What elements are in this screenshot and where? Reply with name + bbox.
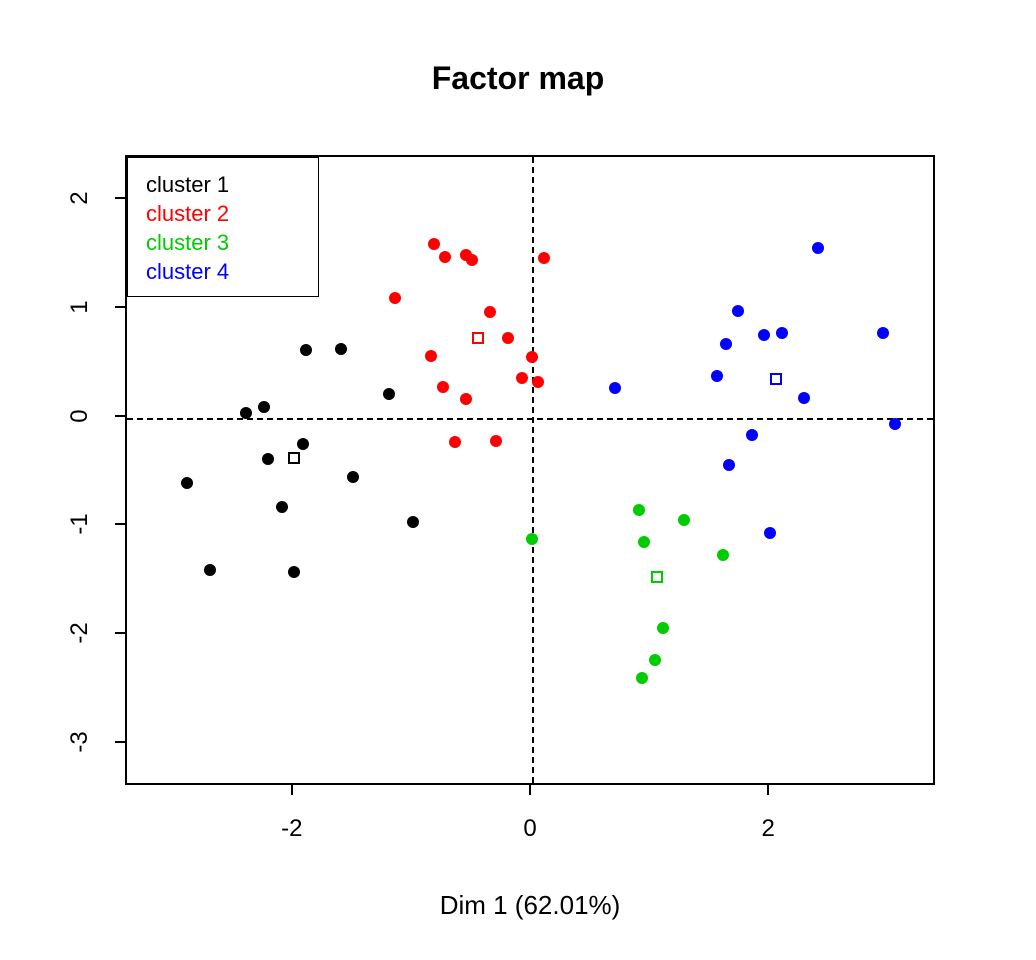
data-point bbox=[812, 242, 824, 254]
centroid-marker bbox=[770, 373, 782, 385]
data-point bbox=[657, 622, 669, 634]
data-point bbox=[490, 435, 502, 447]
data-point bbox=[633, 504, 645, 516]
centroid-marker bbox=[472, 332, 484, 344]
data-point bbox=[300, 344, 312, 356]
legend-label: cluster 3 bbox=[146, 230, 229, 255]
legend: cluster 1 cluster 2 cluster 3 cluster 4 bbox=[127, 157, 319, 297]
data-point bbox=[877, 327, 889, 339]
zero-line-vertical bbox=[532, 157, 534, 783]
data-point bbox=[711, 370, 723, 382]
data-point bbox=[609, 382, 621, 394]
data-point bbox=[732, 305, 744, 317]
centroid-marker bbox=[651, 571, 663, 583]
data-point bbox=[526, 351, 538, 363]
data-point bbox=[347, 471, 359, 483]
chart-title: Factor map bbox=[0, 60, 1036, 97]
centroid-marker bbox=[288, 452, 300, 464]
data-point bbox=[649, 654, 661, 666]
y-tick-label: -2 bbox=[66, 613, 94, 653]
x-tick-label: -2 bbox=[281, 815, 302, 843]
data-point bbox=[262, 453, 274, 465]
data-point bbox=[437, 381, 449, 393]
data-point bbox=[276, 501, 288, 513]
legend-label: cluster 2 bbox=[146, 201, 229, 226]
data-point bbox=[484, 306, 496, 318]
data-point bbox=[720, 338, 732, 350]
data-point bbox=[466, 254, 478, 266]
y-tick-mark bbox=[115, 415, 125, 417]
data-point bbox=[297, 438, 309, 450]
data-point bbox=[776, 327, 788, 339]
data-point bbox=[288, 566, 300, 578]
data-point bbox=[335, 343, 347, 355]
data-point bbox=[240, 407, 252, 419]
y-tick-mark bbox=[115, 523, 125, 525]
x-axis-label: Dim 1 (62.01%) bbox=[125, 890, 935, 921]
data-point bbox=[717, 549, 729, 561]
data-point bbox=[538, 252, 550, 264]
data-point bbox=[204, 564, 216, 576]
legend-item-4: cluster 4 bbox=[146, 257, 300, 286]
y-tick-label: 0 bbox=[66, 396, 94, 436]
data-point bbox=[428, 238, 440, 250]
data-point bbox=[636, 672, 648, 684]
x-tick-mark bbox=[291, 785, 293, 795]
data-point bbox=[746, 429, 758, 441]
data-point bbox=[889, 418, 901, 430]
y-tick-mark bbox=[115, 306, 125, 308]
x-tick-mark bbox=[529, 785, 531, 795]
data-point bbox=[383, 388, 395, 400]
x-tick-label: 2 bbox=[762, 815, 775, 843]
data-point bbox=[389, 292, 401, 304]
data-point bbox=[502, 332, 514, 344]
legend-item-2: cluster 2 bbox=[146, 199, 300, 228]
y-tick-mark bbox=[115, 197, 125, 199]
factor-map-chart: Factor map cluster 1 cluster 2 cluster 3… bbox=[0, 0, 1036, 960]
data-point bbox=[439, 251, 451, 263]
y-tick-label: -1 bbox=[66, 504, 94, 544]
legend-label: cluster 1 bbox=[146, 172, 229, 197]
data-point bbox=[425, 350, 437, 362]
y-tick-mark bbox=[115, 632, 125, 634]
legend-item-3: cluster 3 bbox=[146, 228, 300, 257]
x-tick-label: 0 bbox=[523, 815, 536, 843]
legend-item-1: cluster 1 bbox=[146, 170, 300, 199]
data-point bbox=[449, 436, 461, 448]
data-point bbox=[526, 533, 538, 545]
data-point bbox=[798, 392, 810, 404]
plot-area: cluster 1 cluster 2 cluster 3 cluster 4 bbox=[125, 155, 935, 785]
x-tick-mark bbox=[767, 785, 769, 795]
data-point bbox=[460, 393, 472, 405]
y-tick-mark bbox=[115, 741, 125, 743]
data-point bbox=[516, 372, 528, 384]
y-tick-label: 1 bbox=[66, 287, 94, 327]
data-point bbox=[723, 459, 735, 471]
y-tick-label: 2 bbox=[66, 178, 94, 218]
legend-label: cluster 4 bbox=[146, 259, 229, 284]
data-point bbox=[181, 477, 193, 489]
data-point bbox=[678, 514, 690, 526]
data-point bbox=[764, 527, 776, 539]
y-tick-label: -3 bbox=[66, 722, 94, 762]
data-point bbox=[532, 376, 544, 388]
data-point bbox=[638, 536, 650, 548]
data-point bbox=[407, 516, 419, 528]
data-point bbox=[758, 329, 770, 341]
data-point bbox=[258, 401, 270, 413]
